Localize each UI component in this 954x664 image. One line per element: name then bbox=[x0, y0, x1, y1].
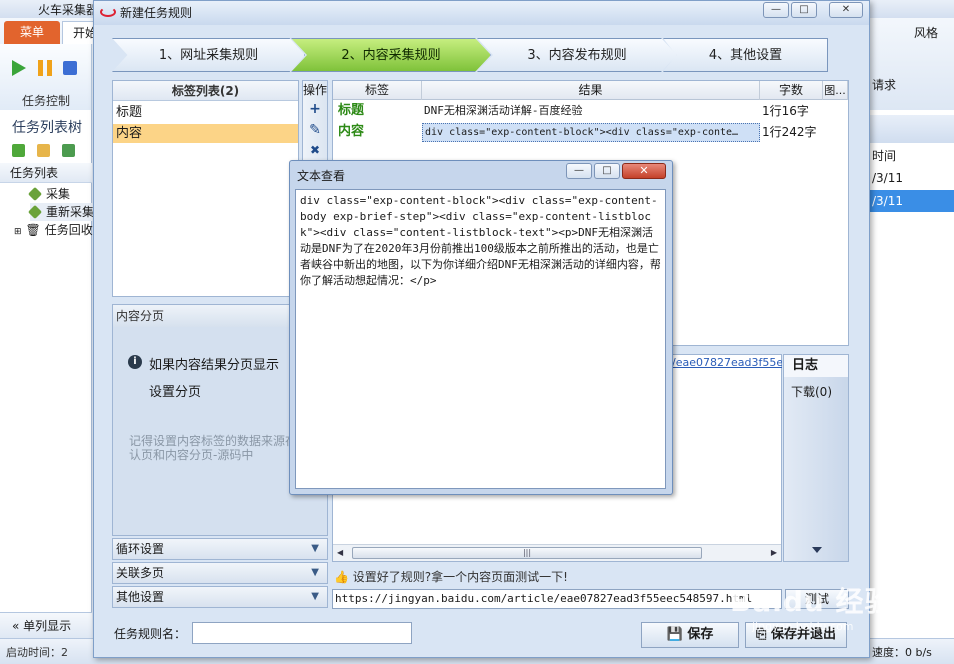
step-tabs: 1、网址采集规则 2、内容采集规则 3、内容发布规则 4、其他设置 bbox=[112, 38, 828, 72]
expand-toggle-icon[interactable]: ⊞ bbox=[14, 227, 22, 237]
test-hint: 👍 设置好了规则?拿一个内容页面测试一下! bbox=[334, 570, 568, 584]
request-label: 请求 bbox=[872, 78, 897, 92]
minimize-button[interactable]: — bbox=[763, 2, 789, 18]
start-time-status: 启动时间：2 bbox=[6, 646, 68, 659]
column-image[interactable]: 图... bbox=[823, 81, 848, 100]
list-item[interactable]: /3/11 14:17:23 bbox=[868, 167, 954, 207]
double-chevron-left-icon: « bbox=[12, 619, 24, 633]
result-row-count: 1行16字 bbox=[762, 104, 809, 118]
scroll-left-icon[interactable]: ◀ bbox=[337, 548, 343, 557]
edit-tag-icon[interactable]: ✎ bbox=[302, 122, 328, 138]
tag-list-header: 标签列表(2) bbox=[113, 81, 298, 101]
trash-icon: 🗑 bbox=[25, 223, 41, 237]
thumbs-up-icon: 👍 bbox=[334, 570, 353, 584]
tree-toolbar bbox=[12, 144, 92, 160]
result-row-value[interactable]: div class="exp-content-block"><div class… bbox=[422, 123, 760, 142]
stop-icon[interactable] bbox=[63, 61, 77, 75]
column-count[interactable]: 字数 bbox=[760, 81, 823, 100]
other-settings-section[interactable]: 其他设置 ▼ bbox=[112, 586, 328, 608]
text-viewer-content[interactable]: div class="exp-content-block"><div class… bbox=[295, 189, 666, 489]
chevron-down-icon[interactable] bbox=[812, 547, 822, 553]
play-icon[interactable] bbox=[12, 60, 26, 76]
result-row-tag: 标题 bbox=[338, 103, 365, 118]
related-pages-section[interactable]: 关联多页 ▼ bbox=[112, 562, 328, 584]
chevron-down-icon: ▼ bbox=[311, 543, 319, 554]
dialog-title: 新建任务规则 bbox=[94, 1, 869, 25]
folder-icon[interactable] bbox=[37, 144, 50, 157]
menu-tab[interactable]: 菜单 bbox=[4, 21, 60, 44]
scrollbar-thumb[interactable]: ||| bbox=[352, 547, 702, 559]
result-row-count: 1行242字 bbox=[762, 125, 817, 139]
minimize-button[interactable]: — bbox=[566, 163, 592, 179]
tree-item-collect[interactable]: 采集 bbox=[27, 185, 70, 203]
delete-tag-icon[interactable]: ✖ bbox=[302, 143, 328, 157]
info-icon: i bbox=[128, 355, 142, 369]
set-paging-link[interactable]: 设置分页 bbox=[149, 381, 201, 400]
right-list-toolbar bbox=[868, 115, 954, 143]
column-result[interactable]: 结果 bbox=[422, 81, 760, 100]
single-column-toggle[interactable]: « 单列显示 bbox=[0, 612, 92, 638]
add-icon[interactable] bbox=[12, 144, 25, 157]
leaf-icon bbox=[27, 186, 43, 202]
task-list-header: 任务列表 bbox=[0, 163, 92, 183]
close-button[interactable]: ✕ bbox=[829, 2, 863, 18]
chevron-down-icon: ▼ bbox=[311, 567, 319, 578]
loop-settings-section[interactable]: 循环设置 ▼ bbox=[112, 538, 328, 560]
result-row-value[interactable]: DNF无相深渊活动详解-百度经验 bbox=[424, 101, 758, 121]
column-tag[interactable]: 标签 bbox=[333, 81, 422, 100]
scroll-right-icon[interactable]: ▶ bbox=[771, 548, 777, 557]
rule-name-label: 任务规则名： bbox=[114, 627, 187, 641]
step-other-settings[interactable]: 4、其他设置 bbox=[663, 38, 828, 72]
text-viewer-title: 文本查看 bbox=[297, 169, 346, 183]
save-icon: 💾 bbox=[666, 627, 688, 642]
result-table-header: 标签 结果 字数 图... bbox=[333, 81, 848, 100]
add-tag-icon[interactable]: + bbox=[302, 101, 328, 117]
style-menu[interactable]: 风格 bbox=[914, 24, 938, 41]
paging-info-text: 如果内容结果分页显示 bbox=[149, 358, 280, 373]
close-button[interactable]: ✕ bbox=[622, 163, 666, 179]
chevron-down-icon: ▼ bbox=[311, 591, 319, 602]
maximize-button[interactable]: □ bbox=[791, 2, 817, 18]
task-control-label: 任务控制 bbox=[21, 94, 70, 108]
log-tab[interactable]: 日志 bbox=[784, 355, 848, 377]
task-tree-title: 任务列表树 bbox=[12, 120, 82, 136]
maximize-button[interactable]: □ bbox=[594, 163, 620, 179]
download-tab[interactable]: 下载(0) bbox=[791, 383, 832, 400]
tree-item-recycle[interactable]: ⊞ 🗑 任务回收 bbox=[14, 221, 93, 239]
tag-item-title[interactable]: 标题 bbox=[113, 103, 298, 122]
app-logo-icon bbox=[100, 7, 116, 17]
step-url-rule[interactable]: 1、网址采集规则 bbox=[112, 38, 305, 72]
tree-item-recollect[interactable]: 重新采集 bbox=[27, 203, 95, 221]
step-publish-rule[interactable]: 3、内容发布规则 bbox=[477, 38, 677, 72]
baidu-watermark: Baidu 经验 bbox=[730, 585, 894, 618]
tag-item-content[interactable]: 内容 bbox=[113, 124, 298, 143]
save-button[interactable]: 💾 保存 bbox=[641, 622, 739, 648]
step-content-rule[interactable]: 2、内容采集规则 bbox=[291, 38, 491, 72]
operations-header: 操作 bbox=[302, 83, 327, 97]
rule-name-input[interactable] bbox=[192, 622, 412, 644]
app-title: 火车采集器 bbox=[38, 3, 99, 17]
test-url-input[interactable]: https://jingyan.baidu.com/article/eae078… bbox=[332, 589, 782, 609]
leaf-icon bbox=[27, 204, 43, 220]
list-item[interactable]: /3/11 16:09:43 bbox=[868, 190, 954, 230]
time-column-header: 时间 bbox=[872, 149, 897, 163]
pause-icon[interactable] bbox=[38, 60, 52, 76]
result-row-tag: 内容 bbox=[338, 124, 365, 139]
expand-icon[interactable] bbox=[62, 144, 75, 157]
speed-status: 速度：0 b/s bbox=[872, 646, 932, 659]
baidu-watermark-url: jingyan.baidu.com bbox=[752, 620, 854, 633]
log-url-link[interactable]: /eae07827ead3f55ee bbox=[672, 356, 782, 369]
